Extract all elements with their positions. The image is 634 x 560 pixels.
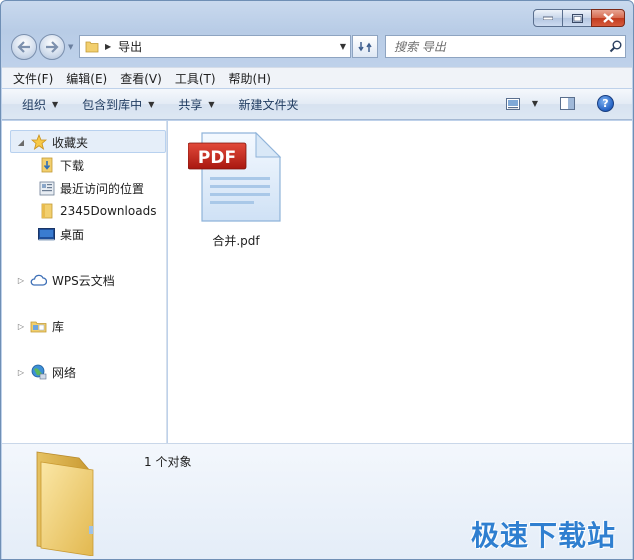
maximize-button[interactable] [562,9,592,27]
expand-right-icon[interactable]: ▷ [16,368,26,377]
command-bar: 组织 ▼ 包含到库中 ▼ 共享 ▼ 新建文件夹 ▼ ? [2,89,632,120]
file-name[interactable]: 合并.pdf [188,232,284,249]
file-item[interactable]: PDF 合并.pdf [187,131,284,249]
nav-label-favorites: 收藏夹 [52,135,89,150]
expand-down-icon[interactable]: ◢ [16,138,26,147]
back-arrow-icon [17,41,30,53]
organize-label: 组织 [22,97,47,112]
nav-item-libraries[interactable]: ▷ 库 [16,316,64,336]
network-icon [30,364,47,380]
nav-item-recent-places[interactable]: 最近访问的位置 [38,178,144,198]
chevron-down-icon: ▼ [531,99,538,108]
downloads-folder-icon [38,157,55,173]
preview-pane-button[interactable] [560,97,575,110]
breadcrumb-segment[interactable]: 导出 [118,38,142,55]
share-label: 共享 [178,97,203,112]
menu-edit[interactable]: 编辑(E) [66,70,107,87]
folder-icon [85,40,99,53]
refresh-icon [358,41,372,52]
menu-view[interactable]: 查看(V) [120,70,162,87]
navigation-pane: ◢ 收藏夹 下载 最近访问的位置 2345Downloads 桌面 ▷ WPS云… [2,121,167,443]
file-list-area: PDF 合并.pdf [168,121,632,443]
forward-button[interactable] [39,34,65,60]
search-box[interactable] [385,35,626,58]
expand-right-icon[interactable]: ▷ [16,276,26,285]
organize-button[interactable]: 组织 ▼ [22,96,58,113]
caption-buttons [533,9,625,27]
share-button[interactable]: 共享 ▼ [178,96,214,113]
chevron-down-icon: ▼ [52,99,59,109]
nav-label-libraries: 库 [52,319,65,334]
libraries-icon [30,318,47,334]
help-button[interactable]: ? [597,95,614,112]
nav-label-downloads: 下载 [60,158,85,173]
pdf-file-icon [187,131,282,222]
menu-tools[interactable]: 工具(T) [175,70,216,87]
minimize-icon [543,16,553,20]
nav-item-downloads[interactable]: 下载 [38,155,84,175]
details-pane: 1 个对象 极速下载站 [2,443,632,559]
recent-places-icon [38,180,55,196]
cloud-icon [30,272,47,288]
change-view-button[interactable]: ▼ [505,97,538,110]
nav-label-network: 网络 [52,365,77,380]
nav-label-recent-places: 最近访问的位置 [60,181,145,196]
pdf-badge-text: PDF [197,148,237,168]
menu-bar: 文件(F) 编辑(E) 查看(V) 工具(T) 帮助(H) [2,67,632,88]
include-in-library-button[interactable]: 包含到库中 ▼ [82,96,154,113]
recent-pages-dropdown[interactable]: ▼ [68,43,73,51]
preview-pane-icon [560,97,575,110]
watermark: 极速下载站 [470,519,616,552]
nav-label-2345downloads: 2345Downloads [60,204,157,218]
nav-item-wps-cloud[interactable]: ▷ WPS云文档 [16,270,115,290]
new-folder-label: 新建文件夹 [238,97,299,112]
nav-item-2345downloads[interactable]: 2345Downloads [38,201,156,221]
chevron-down-icon: ▼ [148,99,155,109]
nav-label-wps-cloud: WPS云文档 [52,273,115,288]
chevron-down-icon: ▼ [208,99,215,109]
nav-item-favorites[interactable]: ◢ 收藏夹 [16,132,88,152]
search-input[interactable] [394,39,605,54]
desktop-icon [38,226,55,242]
nav-item-desktop[interactable]: 桌面 [38,224,84,244]
view-icon [505,97,520,110]
folder-icon [38,203,55,219]
command-bar-right: ▼ ? [505,95,614,112]
item-count: 1 个对象 [144,455,192,469]
close-button[interactable] [591,9,625,27]
address-dropdown-icon[interactable]: ▼ [340,42,346,51]
menu-file[interactable]: 文件(F) [13,70,53,87]
back-button[interactable] [11,34,37,60]
refresh-button[interactable] [352,35,378,58]
close-icon [602,13,614,23]
new-folder-button[interactable]: 新建文件夹 [239,96,299,113]
expand-right-icon[interactable]: ▷ [16,322,26,331]
explorer-window: ▼ ▶ 导出 ▼ 文件(F) 编辑(E) 查看(V) 工具(T) 帮助(H) 组… [0,0,634,560]
nav-label-desktop: 桌面 [60,227,85,242]
breadcrumb-arrow-icon[interactable]: ▶ [105,42,111,51]
nav-item-network[interactable]: ▷ 网络 [16,362,76,382]
include-in-library-label: 包含到库中 [82,97,143,112]
search-icon[interactable] [605,40,625,53]
forward-arrow-icon [46,41,59,53]
menu-help[interactable]: 帮助(H) [229,70,271,87]
minimize-button[interactable] [533,9,563,27]
question-mark-icon: ? [602,97,609,110]
address-bar[interactable]: ▶ 导出 ▼ [79,35,351,58]
maximize-icon [571,13,583,23]
large-folder-icon [27,444,127,559]
star-icon [30,134,47,150]
